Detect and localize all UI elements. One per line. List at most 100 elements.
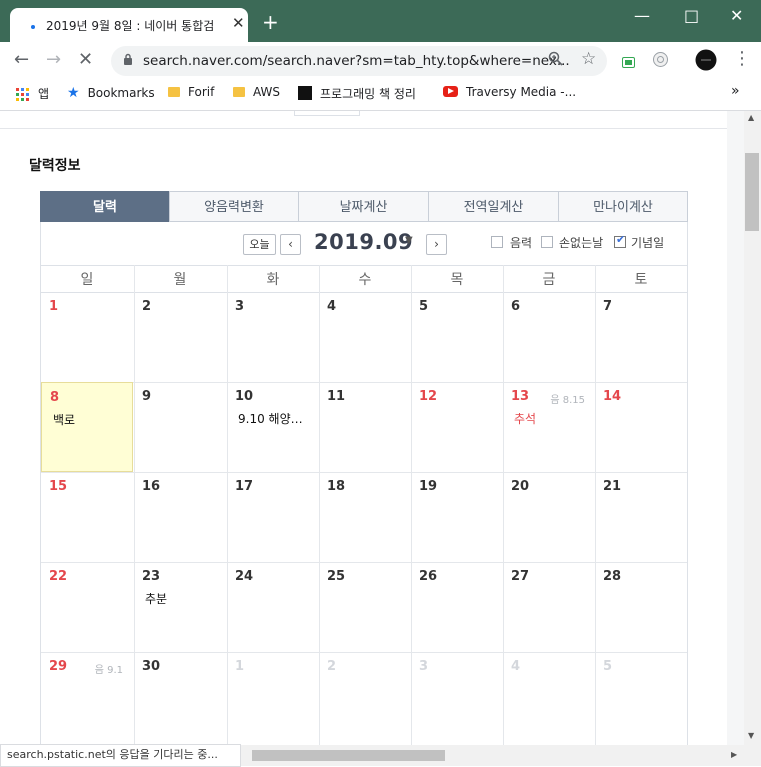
weekday-label: 목 xyxy=(450,272,464,288)
more-bookmarks-icon[interactable]: » xyxy=(731,83,740,99)
calendar-day-cell[interactable]: 1 xyxy=(227,652,319,742)
day-number: 9 xyxy=(142,389,152,404)
scroll-up-icon[interactable]: ▲ xyxy=(748,113,754,122)
address-bar[interactable]: search.naver.com/search.naver?sm=tab_hty… xyxy=(111,46,607,76)
calendar-day-cell[interactable]: 17 xyxy=(227,472,319,562)
day-number: 5 xyxy=(603,659,613,674)
day-number: 4 xyxy=(511,659,521,674)
calendar-day-cell[interactable]: 22 xyxy=(41,562,133,652)
close-tab-icon[interactable]: ✕ xyxy=(232,14,245,32)
calendar-day-cell[interactable]: 9 xyxy=(134,382,226,472)
calendar-day-cell[interactable]: 13 음 8.15 추석 xyxy=(503,382,595,472)
new-tab-icon[interactable]: + xyxy=(262,12,279,32)
calendar-day-cell[interactable]: 30 xyxy=(134,652,226,742)
bookmark-apps[interactable]: 앱 xyxy=(38,85,49,102)
calendar-day-cell[interactable]: 23 추분 xyxy=(134,562,226,652)
vertical-scrollbar[interactable]: ▲ ▼ xyxy=(744,111,761,745)
star-icon[interactable]: ☆ xyxy=(581,49,596,69)
calendar-day-cell[interactable]: 2 xyxy=(319,652,411,742)
option-checkbox[interactable] xyxy=(491,236,503,248)
apps-icon[interactable] xyxy=(16,88,30,102)
calendar-day-cell[interactable]: 26 xyxy=(411,562,503,652)
option-label[interactable]: 기념일 xyxy=(631,234,664,251)
month-label[interactable]: 2019.09 xyxy=(314,230,413,254)
calendar-tab[interactable]: 날짜계산 xyxy=(298,191,429,222)
next-month-button[interactable]: › xyxy=(426,234,447,255)
bookmark-programming-books[interactable]: 프로그래밍 책 정리 xyxy=(298,85,416,102)
day-number: 10 xyxy=(235,389,254,404)
calendar-day-cell[interactable]: 24 xyxy=(227,562,319,652)
forward-icon[interactable]: → xyxy=(46,50,61,70)
bookmark-forif[interactable]: Forif xyxy=(168,85,214,99)
timer-extension-icon[interactable] xyxy=(652,51,669,72)
horizontal-scroll-thumb[interactable] xyxy=(252,750,445,761)
calendar-day-cell[interactable]: 6 xyxy=(503,292,595,382)
option-label[interactable]: 손없는날 xyxy=(559,234,603,251)
calendar-day-cell[interactable]: 4 xyxy=(503,652,595,742)
today-button[interactable]: 오늘 xyxy=(243,234,276,255)
prev-month-button[interactable]: ‹ xyxy=(280,234,301,255)
calendar-day-cell[interactable]: 16 xyxy=(134,472,226,562)
bookmark-aws[interactable]: AWS xyxy=(233,85,280,99)
calendar-day-cell[interactable]: 3 xyxy=(227,292,319,382)
vertical-scroll-thumb[interactable] xyxy=(745,153,759,231)
zoom-icon[interactable] xyxy=(548,51,563,70)
calendar-day-cell[interactable]: 5 xyxy=(411,292,503,382)
calendar-day-cell[interactable]: 12 xyxy=(411,382,503,472)
bookmarks-bar: 앱 ★ Bookmarks Forif AWS 프로그래밍 책 정리 Traver… xyxy=(0,80,761,111)
extension-icon[interactable] xyxy=(622,53,635,72)
scroll-down-icon[interactable]: ▼ xyxy=(748,731,754,740)
calendar-day-cell[interactable]: 15 xyxy=(41,472,133,562)
calendar-tab[interactable]: 달력 xyxy=(40,191,170,222)
bookmark-traversy-media[interactable]: Traversy Media -... xyxy=(443,85,576,99)
calendar-day-cell[interactable]: 4 xyxy=(319,292,411,382)
browser-toolbar: ← → ✕ search.naver.com/search.naver?sm=t… xyxy=(0,42,761,80)
stop-icon[interactable]: ✕ xyxy=(78,50,93,70)
calendar-day-cell[interactable]: 8 백로 xyxy=(41,382,133,472)
calendar-day-cell[interactable]: 10 9.10 해양… xyxy=(227,382,319,472)
back-icon[interactable]: ← xyxy=(14,50,29,70)
day-number: 12 xyxy=(419,389,438,404)
calendar-day-cell[interactable]: 14 xyxy=(595,382,687,472)
calendar-day-cell[interactable]: 19 xyxy=(411,472,503,562)
day-number: 6 xyxy=(511,299,521,314)
browser-tab[interactable]: 2019년 9월 8일 : 네이버 통합검 ✕ xyxy=(10,8,248,42)
section-title: 달력정보 xyxy=(29,158,81,174)
caret-down-icon[interactable]: ▼ xyxy=(405,235,413,246)
calendar-day-cell[interactable]: 18 xyxy=(319,472,411,562)
option-label[interactable]: 음력 xyxy=(510,234,532,251)
folder-icon xyxy=(168,87,180,97)
day-number: 2 xyxy=(142,299,152,314)
calendar-day-cell[interactable]: 7 xyxy=(595,292,687,382)
calendar-tab[interactable]: 양음력변환 xyxy=(169,191,299,222)
calendar-event[interactable]: 백로 xyxy=(53,411,129,428)
calendar-day-cell[interactable]: 5 xyxy=(595,652,687,742)
calendar-day-cell[interactable]: 3 xyxy=(411,652,503,742)
calendar-day-cell[interactable]: 28 xyxy=(595,562,687,652)
day-number: 16 xyxy=(142,479,161,494)
option-checkbox[interactable]: ✔ xyxy=(614,233,626,248)
day-number: 22 xyxy=(49,569,68,584)
scroll-right-icon[interactable]: ▶ xyxy=(731,750,737,759)
menu-icon[interactable]: ⋮ xyxy=(733,49,751,69)
close-window-icon[interactable]: ✕ xyxy=(730,6,743,25)
calendar-day-cell[interactable]: 25 xyxy=(319,562,411,652)
calendar-day-cell[interactable]: 29 음 9.1 xyxy=(41,652,133,742)
calendar-tab[interactable]: 전역일계산 xyxy=(428,191,559,222)
calendar-day-cell[interactable]: 21 xyxy=(595,472,687,562)
calendar-event[interactable]: 추석 xyxy=(514,410,590,427)
calendar-day-cell[interactable]: 1 xyxy=(41,292,133,382)
profile-avatar[interactable] xyxy=(695,49,717,75)
calendar-day-cell[interactable]: 2 xyxy=(134,292,226,382)
calendar-tab[interactable]: 만나이계산 xyxy=(558,191,688,222)
option-checkbox[interactable] xyxy=(541,236,553,248)
calendar-day-cell[interactable]: 11 xyxy=(319,382,411,472)
calendar-day-cell[interactable]: 20 xyxy=(503,472,595,562)
calendar-day-cell[interactable]: 27 xyxy=(503,562,595,652)
maximize-icon[interactable]: □ xyxy=(684,6,699,25)
bookmark-bookmarks[interactable]: ★ Bookmarks xyxy=(67,85,155,101)
day-number: 23 xyxy=(142,569,161,584)
calendar-event[interactable]: 추분 xyxy=(145,590,221,607)
calendar-event[interactable]: 9.10 해양… xyxy=(238,410,314,427)
minimize-icon[interactable]: — xyxy=(634,6,650,25)
